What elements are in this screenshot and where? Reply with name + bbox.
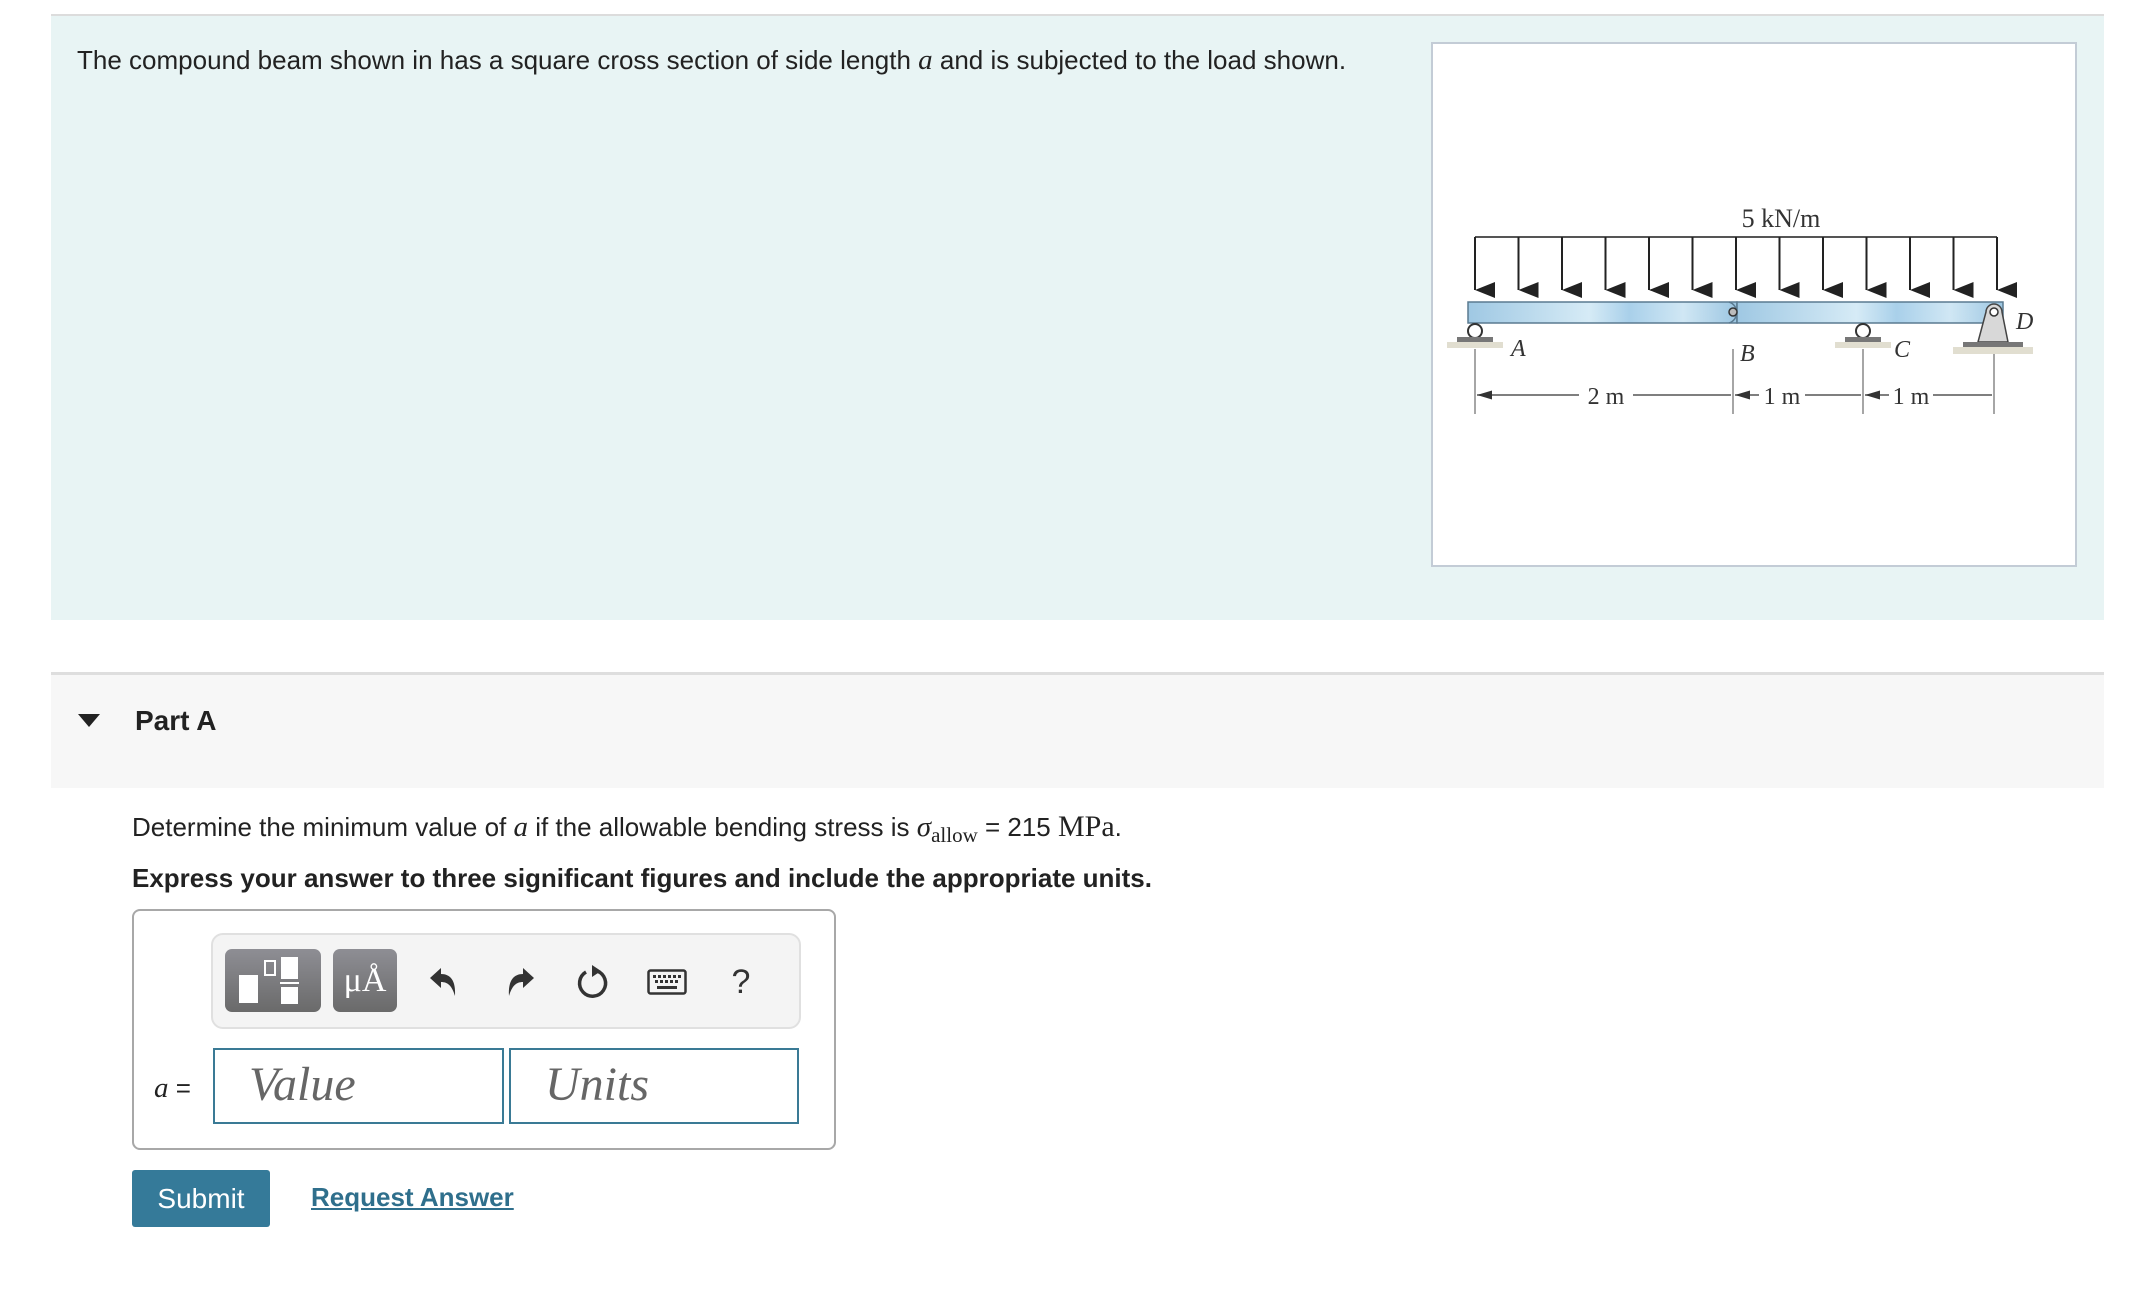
part-a-header[interactable] [51,672,2104,788]
load-label: 5 kN/m [1742,204,1821,233]
label-d: D [2015,309,2033,335]
units-button[interactable]: μÅ [333,949,397,1012]
label-b: B [1740,341,1755,367]
answer-variable-label: a = [154,1072,191,1105]
dimension-ab: 2 m [1588,384,1625,410]
stress-value: = 215 [977,812,1058,842]
reset-icon [577,965,608,998]
variable-a: a [154,1072,169,1104]
question-text-start: Determine the minimum value of [132,812,514,842]
period: . [1114,812,1122,842]
undo-button[interactable] [424,962,464,1002]
request-answer-link[interactable]: Request Answer [311,1182,514,1213]
question-text: Determine the minimum value of a if the … [132,810,1122,847]
problem-statement: The compound beam shown in has a square … [77,44,1346,77]
math-toolbar: μÅ ? [211,933,801,1029]
beam-segment-bd [1736,301,2004,324]
statement-text-end: and is subjected to the load shown. [932,45,1347,75]
beam-figure: 5 kN/m A B C D 2 m 1 m 1 m [1431,42,2077,567]
units-placeholder: Units [545,1058,650,1111]
equals-sign: = [168,1073,191,1103]
caret-down-icon[interactable] [78,714,100,727]
redo-icon [508,968,534,996]
variable-a: a [513,811,528,843]
question-text-middle: if the allowable bending stress is [527,812,917,842]
submit-button[interactable]: Submit [132,1170,270,1227]
label-c: C [1894,337,1911,363]
reset-button[interactable] [573,962,613,1002]
dimension-cd: 1 m [1893,384,1930,410]
dimension-bc: 1 m [1764,384,1801,410]
redo-button[interactable] [500,962,540,1002]
value-placeholder: Value [249,1058,356,1111]
help-icon: ? [731,962,751,1001]
keyboard-icon [647,969,687,995]
part-title: Part A [135,705,217,736]
beam-segment-ab [1467,301,1738,324]
distributed-load-arrows [1474,237,2017,298]
help-button[interactable]: ? [721,962,761,1002]
statement-text: The compound beam shown in has a square … [77,45,919,75]
support-c-base [1845,337,1881,342]
value-input[interactable]: Value [213,1048,504,1124]
fraction-template-icon [239,957,299,1004]
undo-icon [430,968,456,996]
keyboard-button[interactable] [647,962,687,1002]
sigma-symbol: σ [916,811,932,843]
support-a-base [1457,337,1493,342]
units-input[interactable]: Units [509,1048,799,1124]
label-a: A [1509,336,1526,362]
variable-a: a [918,44,933,76]
sigma-subscript: allow [931,823,978,847]
answer-instruction: Express your answer to three significant… [132,863,1152,893]
stress-unit: MPa [1057,810,1115,843]
support-d-base [1963,342,2023,347]
roller-c-icon [1855,323,1871,339]
templates-button[interactable] [225,949,321,1012]
units-icon: μÅ [343,961,387,999]
roller-a-icon [1467,323,1483,339]
hinge-b-icon [1728,307,1738,317]
compound-beam-diagram: 5 kN/m A B C D 2 m 1 m 1 m [1447,204,2033,414]
